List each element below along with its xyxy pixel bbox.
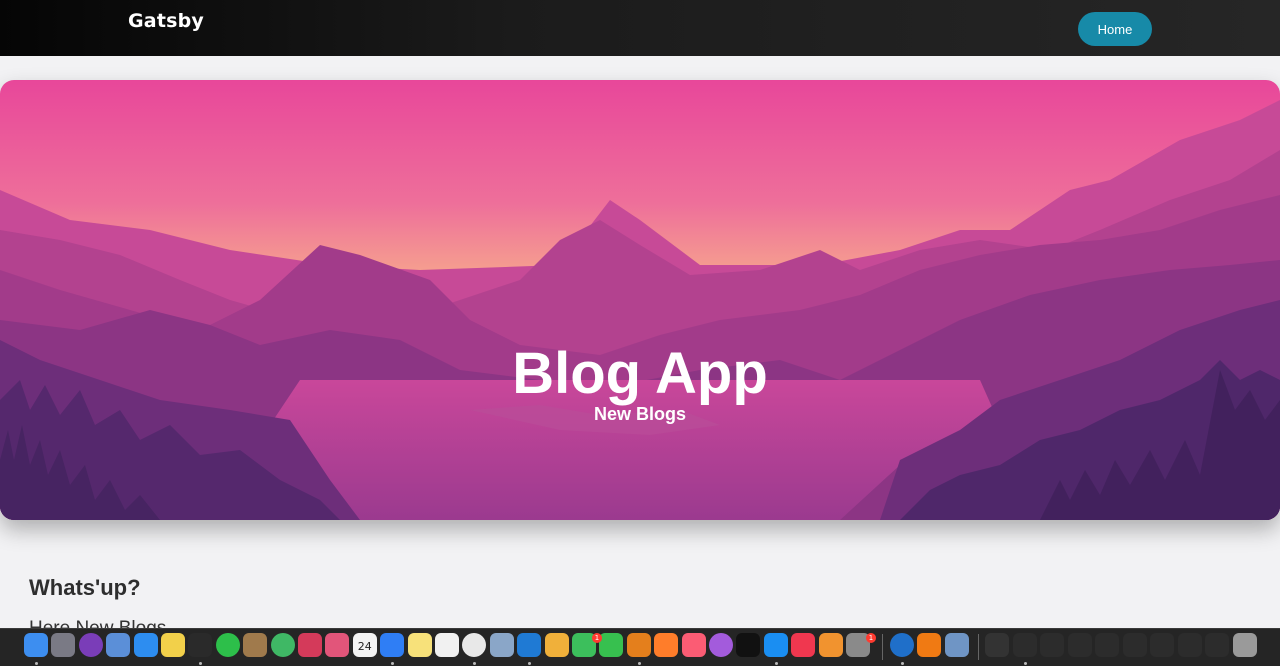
- tv-icon[interactable]: [736, 633, 761, 657]
- vscode-icon[interactable]: [517, 633, 542, 657]
- section-heading: Whats'up?: [29, 575, 141, 600]
- appstore-icon[interactable]: [763, 633, 788, 657]
- running-indicator: [473, 662, 477, 665]
- finder-icon[interactable]: [24, 633, 48, 657]
- hero-title: Blog App: [512, 341, 768, 406]
- window4-icon[interactable]: [1067, 633, 1092, 657]
- running-indicator: [528, 662, 532, 665]
- top-navbar: Gatsby Home: [0, 0, 1280, 56]
- screenshot-icon[interactable]: [944, 633, 969, 657]
- dock-separator: [978, 634, 979, 660]
- terminal-icon[interactable]: [188, 633, 213, 657]
- reminders-icon[interactable]: [435, 633, 459, 657]
- window2-icon[interactable]: [1012, 633, 1037, 657]
- launchpad-icon[interactable]: [51, 633, 76, 657]
- news-icon[interactable]: [791, 633, 816, 657]
- running-indicator: [391, 662, 395, 665]
- dock-separator: [882, 634, 883, 660]
- mountain-landscape-image: [0, 80, 1280, 520]
- edge-icon[interactable]: [890, 633, 914, 657]
- flstudio-icon[interactable]: [626, 633, 651, 657]
- running-indicator: [774, 662, 778, 665]
- window8-icon[interactable]: [1177, 633, 1202, 657]
- brand-logo[interactable]: Gatsby: [128, 10, 204, 32]
- maps-icon[interactable]: [270, 633, 295, 657]
- music-icon[interactable]: [681, 633, 706, 657]
- cleanmymac-icon[interactable]: [325, 633, 350, 657]
- window7-icon[interactable]: [1150, 633, 1174, 657]
- window5-icon[interactable]: [1095, 633, 1119, 657]
- activity-icon[interactable]: [215, 633, 240, 657]
- chrome-icon[interactable]: [462, 633, 487, 657]
- books-icon[interactable]: [818, 633, 843, 657]
- window9-icon[interactable]: [1205, 633, 1229, 657]
- hero-subtitle: New Blogs: [593, 404, 686, 424]
- safari-icon[interactable]: [133, 633, 158, 657]
- preview-icon[interactable]: [106, 633, 131, 657]
- facetime-icon[interactable]: [599, 633, 624, 657]
- tor-icon[interactable]: [78, 633, 103, 657]
- window1-icon[interactable]: [985, 633, 1009, 657]
- running-indicator: [637, 662, 641, 665]
- running-indicator: [1023, 662, 1027, 665]
- running-indicator: [199, 662, 203, 665]
- podcasts-icon[interactable]: [709, 633, 733, 657]
- settings-badge: 1: [866, 633, 876, 643]
- window6-icon[interactable]: [1122, 633, 1147, 657]
- macos-dock: 24 1 1: [0, 628, 1280, 666]
- running-indicator: [35, 662, 38, 665]
- vlc-icon[interactable]: [917, 633, 942, 657]
- archive-icon[interactable]: [243, 633, 268, 657]
- stickies-icon[interactable]: [161, 633, 185, 657]
- trash-icon[interactable]: [1232, 633, 1257, 657]
- hero-banner: Blog App New Blogs: [0, 80, 1280, 520]
- messenger-icon[interactable]: [380, 633, 405, 657]
- messages-badge: 1: [592, 633, 602, 643]
- running-indicator: [901, 662, 904, 665]
- photos-icon[interactable]: [544, 633, 569, 657]
- calendar-icon[interactable]: 24: [352, 633, 377, 657]
- avast-icon[interactable]: [654, 633, 679, 657]
- photobooth-icon[interactable]: [298, 633, 322, 657]
- window3-icon[interactable]: [1040, 633, 1064, 657]
- preview2-icon[interactable]: [489, 633, 514, 657]
- notes-icon[interactable]: [407, 633, 432, 657]
- home-button[interactable]: Home: [1078, 12, 1152, 46]
